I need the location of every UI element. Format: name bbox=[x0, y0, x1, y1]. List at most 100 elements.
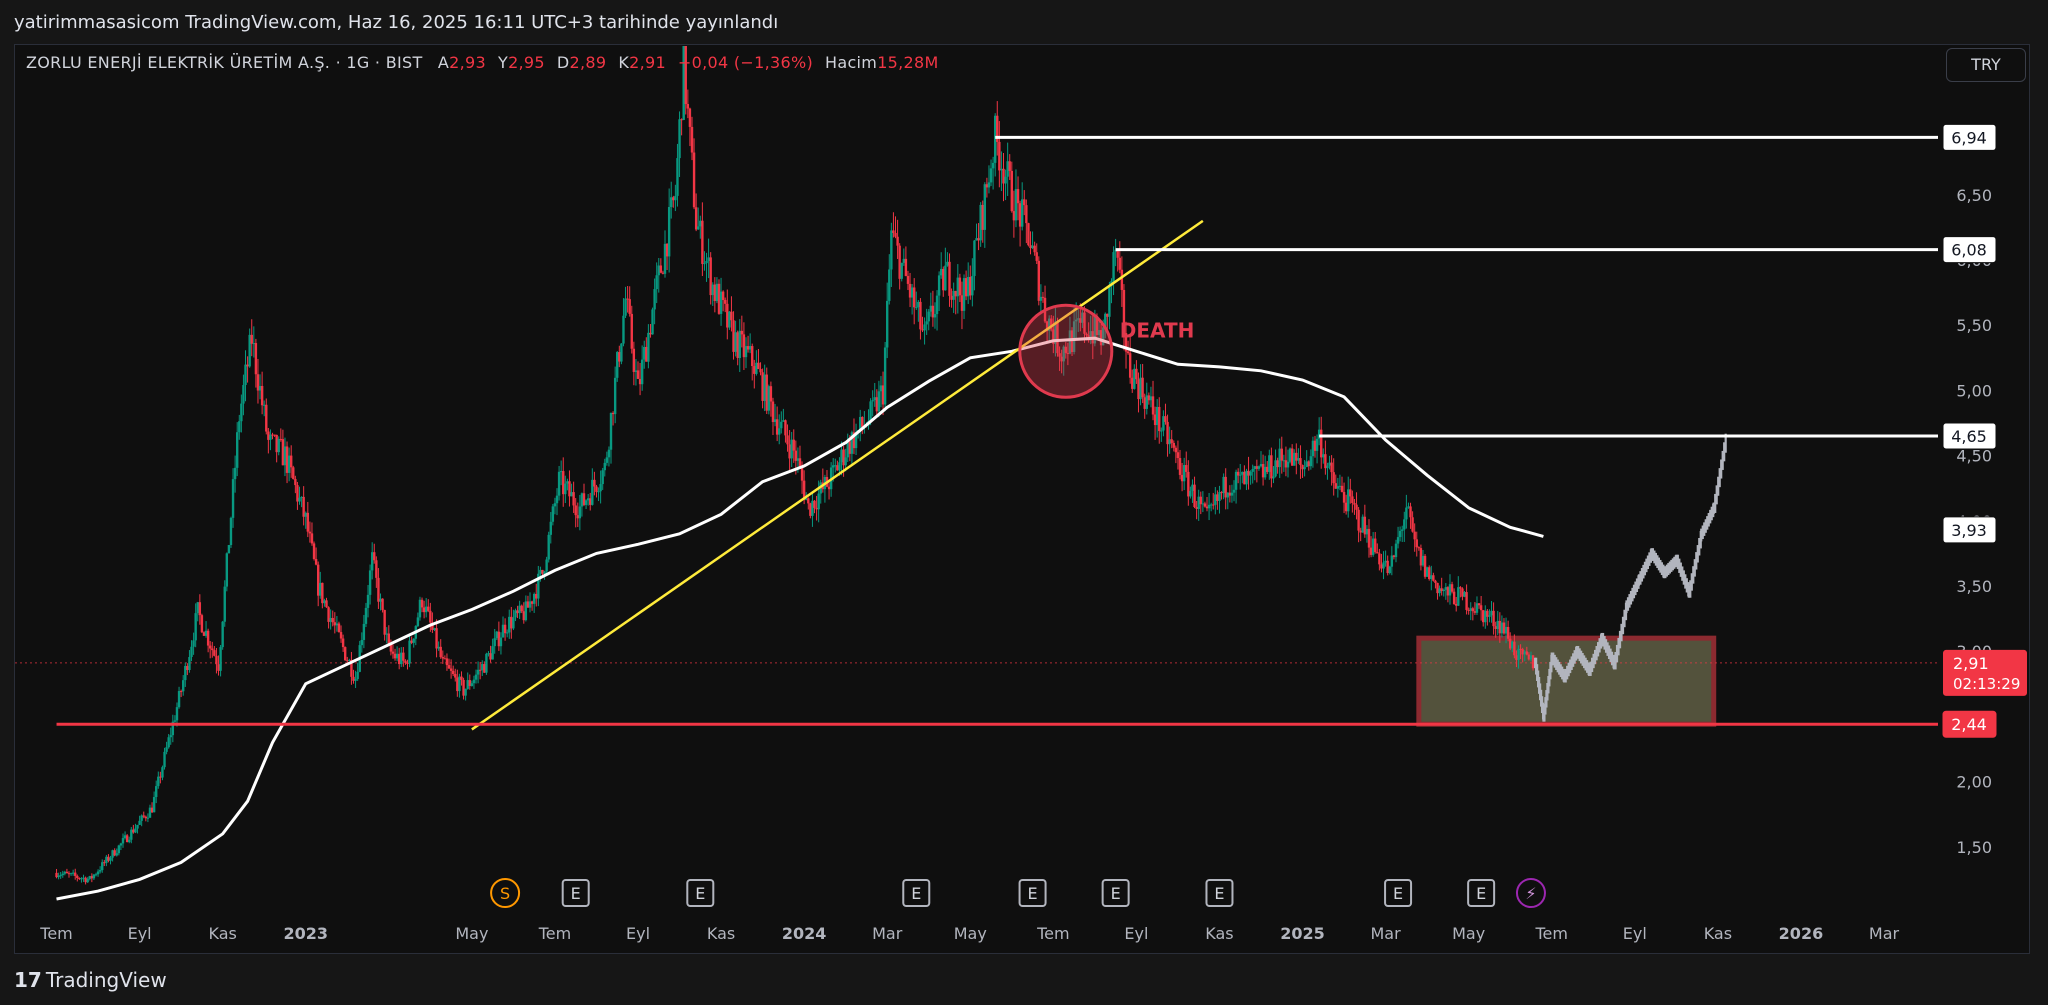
candle-body bbox=[705, 260, 708, 264]
candle-body bbox=[121, 838, 125, 844]
candle-body bbox=[1498, 620, 1502, 634]
candle-body bbox=[1241, 471, 1244, 475]
candle-body bbox=[202, 632, 206, 636]
candle-body bbox=[94, 874, 98, 876]
candle-body bbox=[1392, 555, 1396, 558]
candle-body bbox=[1197, 496, 1200, 509]
candle-body bbox=[1023, 199, 1026, 206]
candle-body bbox=[1185, 465, 1188, 472]
candle-body bbox=[993, 115, 997, 163]
candle-body bbox=[356, 671, 359, 680]
candle-body bbox=[1434, 580, 1437, 583]
candle-body bbox=[186, 665, 189, 671]
y-tick-label: 5,00 bbox=[1956, 381, 1992, 400]
candle-body bbox=[1347, 489, 1350, 512]
candle-body bbox=[898, 245, 901, 279]
candle-body bbox=[730, 311, 733, 321]
candle-body bbox=[1448, 584, 1452, 596]
candle-body bbox=[1126, 351, 1130, 354]
x-tick-label: Eyl bbox=[1623, 924, 1647, 943]
candle-body bbox=[1365, 528, 1369, 535]
candle-body bbox=[1286, 461, 1290, 468]
candle-body bbox=[331, 617, 334, 623]
candle-body bbox=[196, 602, 199, 614]
candle-body bbox=[377, 577, 380, 602]
candle-body bbox=[1531, 655, 1535, 669]
candle-body bbox=[310, 533, 314, 544]
volume-label: Hacim bbox=[825, 53, 878, 72]
candle-body bbox=[902, 258, 906, 263]
candle-body bbox=[1328, 462, 1331, 466]
candle-body bbox=[775, 419, 779, 435]
x-tick-label: Mar bbox=[1869, 924, 1900, 943]
currency-button[interactable]: TRY bbox=[1946, 48, 2026, 82]
candle-body bbox=[1444, 587, 1448, 590]
candle-body bbox=[1010, 170, 1014, 212]
candle-body bbox=[150, 807, 154, 813]
candle-body bbox=[1137, 379, 1140, 400]
candle-body bbox=[460, 676, 463, 680]
candle-body bbox=[1037, 260, 1041, 301]
candle-body bbox=[260, 385, 264, 406]
candle-body bbox=[1479, 605, 1483, 611]
candle-body bbox=[113, 850, 116, 856]
candle-body bbox=[346, 660, 349, 662]
candle-body bbox=[694, 207, 698, 230]
candle-body bbox=[736, 332, 739, 358]
candle-body bbox=[935, 295, 939, 315]
candle-body bbox=[1440, 588, 1443, 592]
dividend-event-icon: ⚡ bbox=[1525, 884, 1536, 903]
candle-body bbox=[1398, 530, 1402, 538]
candle-body bbox=[146, 817, 150, 819]
price-chart[interactable]: DEATH1,502,002,503,003,504,004,505,005,5… bbox=[0, 0, 2048, 1005]
candle-body bbox=[917, 301, 920, 308]
candle-body bbox=[651, 309, 654, 335]
candle-body bbox=[958, 277, 962, 296]
candle-body bbox=[869, 401, 872, 422]
earnings-event-icon: E bbox=[1028, 884, 1038, 903]
candle-body bbox=[1207, 504, 1211, 509]
candle-body bbox=[518, 605, 521, 614]
x-tick-label: Tem bbox=[1036, 924, 1069, 943]
candle-body bbox=[472, 679, 476, 684]
candle-body bbox=[948, 261, 951, 296]
candle-body bbox=[1020, 199, 1024, 227]
candle-body bbox=[551, 506, 555, 522]
candle-body bbox=[71, 872, 75, 874]
candle-body bbox=[1153, 414, 1157, 426]
candle-body bbox=[1459, 587, 1462, 589]
candle-body bbox=[80, 878, 83, 880]
candle-body bbox=[287, 455, 291, 473]
candle-body bbox=[1334, 483, 1337, 489]
candle-body bbox=[861, 416, 864, 427]
candle-body bbox=[593, 479, 596, 487]
candle-body bbox=[246, 364, 249, 367]
candle-body bbox=[1525, 651, 1529, 655]
candle-body bbox=[485, 653, 488, 673]
candle-body bbox=[520, 605, 523, 612]
candle-body bbox=[451, 670, 455, 674]
candle-body bbox=[1465, 592, 1468, 610]
split-event-icon: S bbox=[500, 884, 510, 903]
candle-body bbox=[1228, 492, 1232, 496]
candle-body bbox=[119, 843, 123, 846]
candle-body bbox=[1193, 484, 1196, 508]
candle-body bbox=[248, 334, 251, 367]
candle-body bbox=[522, 611, 525, 621]
candle-body bbox=[188, 657, 191, 671]
candle-body bbox=[1330, 462, 1333, 473]
candle-body bbox=[591, 479, 594, 505]
trendline bbox=[471, 219, 1204, 731]
candle-body bbox=[599, 484, 602, 492]
candle-body bbox=[221, 621, 224, 648]
candle-body bbox=[881, 385, 885, 405]
candle-body bbox=[1151, 396, 1155, 415]
candle-body bbox=[514, 610, 517, 618]
candle-body bbox=[813, 500, 816, 508]
candle-body bbox=[526, 601, 530, 608]
moving-average-line bbox=[56, 336, 1544, 901]
candle-body bbox=[616, 352, 619, 378]
candle-body bbox=[157, 776, 160, 787]
candle-body bbox=[541, 569, 544, 574]
candle-body bbox=[740, 330, 744, 335]
